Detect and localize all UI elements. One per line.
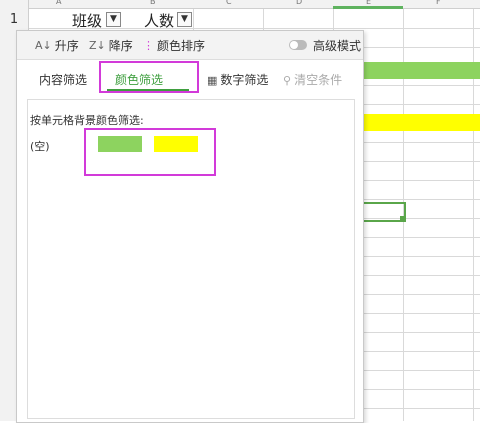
color-sort-icon: ⋮ — [143, 39, 154, 52]
filter-dropdown-count[interactable]: ▼ — [177, 12, 192, 27]
color-sort-label: 颜色排序 — [157, 39, 206, 53]
column-header-a[interactable]: A — [56, 0, 61, 6]
swatch-highlight — [84, 128, 216, 176]
header-cell-class[interactable]: 班级 — [72, 10, 102, 31]
sort-descending-button[interactable]: Z↓ 降序 — [89, 37, 133, 54]
advanced-mode-label: 高级模式 — [313, 39, 362, 53]
header-cell-count[interactable]: 人数 — [144, 10, 174, 31]
column-header-bar: A B C D E F — [0, 0, 480, 9]
column-header-d[interactable]: D — [296, 0, 302, 6]
color-filter-tab-highlight — [99, 61, 199, 93]
empty-option[interactable]: (空) — [30, 138, 50, 154]
sort-ascending-icon: A↓ — [35, 39, 52, 52]
column-header-b[interactable]: B — [150, 0, 156, 6]
column-header-f[interactable]: F — [436, 0, 441, 6]
filter-panel: A↓ 升序 Z↓ 降序 ⋮ 颜色排序 高级模式 内容筛选 颜色筛选 ▦ 数字筛选 … — [16, 30, 364, 423]
number-filter-label: 数字筛选 — [220, 73, 269, 87]
tab-content-filter[interactable]: 内容筛选 — [39, 71, 87, 88]
sort-ascending-label: 升序 — [54, 39, 79, 53]
filter-toolbar: A↓ 升序 Z↓ 降序 ⋮ 颜色排序 高级模式 — [17, 31, 363, 60]
color-filter-label: 按单元格背景颜色筛选: — [30, 114, 144, 127]
sort-descending-icon: Z↓ — [89, 39, 106, 52]
selected-column-indicator — [333, 6, 403, 9]
column-header-c[interactable]: C — [226, 0, 232, 6]
clear-filter-label: 清空条件 — [294, 73, 343, 87]
clear-filter-button[interactable]: ⚲ 清空条件 — [283, 71, 342, 88]
color-filter-content: 按单元格背景颜色筛选: (空) — [27, 99, 355, 419]
filter-dropdown-class[interactable]: ▼ — [106, 12, 121, 27]
number-filter-icon: ▦ — [207, 74, 218, 87]
tab-number-filter[interactable]: ▦ 数字筛选 — [207, 71, 268, 88]
row-number-1[interactable]: 1 — [0, 12, 28, 27]
clear-filter-icon: ⚲ — [283, 74, 292, 87]
filter-tabs: 内容筛选 颜色筛选 ▦ 数字筛选 ⚲ 清空条件 — [17, 59, 363, 95]
advanced-mode-toggle[interactable] — [289, 40, 307, 50]
fill-handle[interactable] — [400, 216, 405, 221]
sort-ascending-button[interactable]: A↓ 升序 — [35, 37, 79, 54]
sort-descending-label: 降序 — [108, 39, 133, 53]
green-band-cells[interactable] — [362, 62, 480, 79]
color-sort-button[interactable]: ⋮ 颜色排序 — [143, 37, 205, 54]
yellow-band-cells[interactable] — [362, 114, 480, 131]
